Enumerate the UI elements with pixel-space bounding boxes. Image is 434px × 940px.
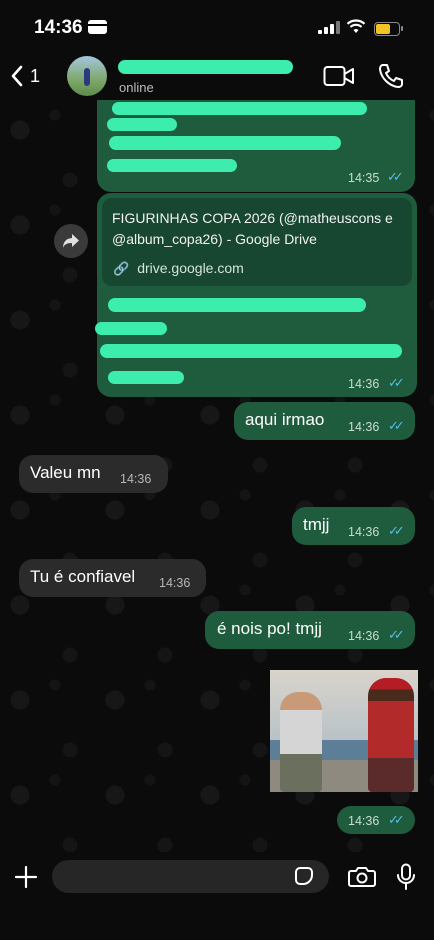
message-input[interactable]	[52, 860, 329, 893]
message-time: 14:36	[348, 420, 380, 434]
message-bubble-outgoing[interactable]: aqui irmao 14:36 ✓✓	[234, 402, 415, 440]
message-time: 14:35	[348, 171, 380, 185]
microphone-button[interactable]	[396, 863, 416, 891]
read-ticks-icon: ✓✓	[388, 523, 405, 538]
redacted-text	[100, 344, 402, 358]
link-preview-title: FIGURINHAS COPA 2026 (@matheuscons e @al…	[112, 210, 393, 247]
plus-icon	[14, 865, 38, 889]
redacted-text	[112, 102, 367, 115]
message-bubble-incoming[interactable]: Tu é confiavel 14:36	[19, 559, 206, 597]
redacted-text	[108, 298, 366, 312]
message-bubble-outgoing[interactable]: é nois po! tmjj 14:36 ✓✓	[205, 611, 415, 649]
message-list[interactable]: 14:35 ✓✓ FIGURINHAS COPA 2026 (@matheusc…	[0, 100, 434, 852]
message-time: 14:36	[159, 576, 191, 590]
cellular-signal-icon	[318, 21, 340, 34]
message-bubble-incoming[interactable]: Valeu mn 14:36	[19, 455, 168, 493]
message-text: aqui irmao	[245, 410, 325, 429]
video-call-button[interactable]	[323, 65, 355, 87]
redacted-text	[107, 118, 177, 131]
redacted-text	[109, 136, 341, 150]
attach-button[interactable]	[14, 865, 38, 892]
read-ticks-icon: ✓✓	[388, 627, 405, 642]
link-preview-domain-row: 🔗 drive.google.com	[113, 260, 244, 277]
redaction-mark	[118, 60, 293, 74]
chat-header: 1 online	[0, 52, 434, 100]
camera-button[interactable]	[348, 865, 376, 887]
status-bar: 14:36	[0, 0, 434, 52]
back-button[interactable]: 1	[10, 62, 50, 90]
forward-button[interactable]	[54, 224, 88, 258]
message-bubble-outgoing[interactable]: 14:36 ✓✓	[337, 806, 415, 834]
chevron-left-icon	[11, 65, 23, 87]
read-ticks-icon: ✓✓	[388, 375, 405, 390]
redacted-text	[108, 371, 184, 384]
message-text: Tu é confiavel	[30, 567, 136, 586]
wallet-card-icon	[88, 20, 107, 34]
message-text: Valeu mn	[30, 463, 101, 482]
wifi-icon	[346, 19, 366, 33]
contact-name-redacted[interactable]	[118, 60, 298, 75]
message-time: 14:36	[348, 814, 380, 828]
photo-person-left	[280, 692, 322, 792]
message-time: 14:36	[348, 377, 380, 391]
photo-person-right	[368, 678, 414, 792]
photo-message-image[interactable]	[270, 670, 418, 792]
message-bubble-outgoing[interactable]: 14:35 ✓✓	[97, 100, 415, 192]
message-time: 14:36	[348, 629, 380, 643]
contact-status: online	[119, 80, 154, 95]
message-text: tmjj	[303, 515, 330, 534]
unread-count: 1	[30, 65, 41, 86]
link-preview-card[interactable]: FIGURINHAS COPA 2026 (@matheuscons e @al…	[102, 198, 412, 286]
voice-call-button[interactable]	[378, 63, 404, 89]
read-ticks-icon: ✓✓	[388, 418, 405, 433]
message-time: 14:36	[348, 525, 380, 539]
link-icon: 🔗	[113, 261, 130, 276]
message-bubble-outgoing[interactable]: tmjj 14:36 ✓✓	[292, 507, 415, 545]
redacted-text	[107, 159, 237, 172]
read-ticks-icon: ✓✓	[388, 812, 405, 827]
message-time: 14:36	[120, 472, 152, 486]
battery-icon	[374, 22, 403, 36]
redacted-text	[95, 322, 167, 335]
link-preview-domain: drive.google.com	[137, 260, 244, 276]
status-time: 14:36	[34, 17, 83, 38]
contact-avatar[interactable]	[67, 56, 107, 96]
message-composer	[0, 852, 434, 940]
message-text: é nois po! tmjj	[217, 619, 322, 638]
forward-icon	[63, 234, 79, 248]
read-ticks-icon: ✓✓	[387, 169, 404, 184]
